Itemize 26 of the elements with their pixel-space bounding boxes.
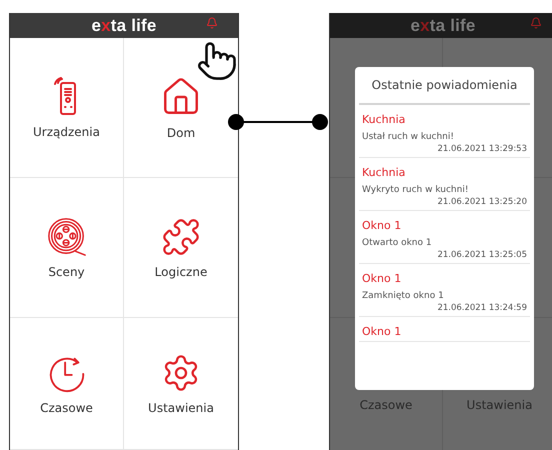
menu-tile-label: Ustawienia bbox=[466, 397, 534, 414]
notification-title: Okno 1 bbox=[362, 271, 402, 285]
notification-message: Ustał ruch w kuchni! bbox=[362, 132, 455, 142]
puzzle-icon bbox=[161, 216, 201, 256]
app-logo: exta life bbox=[91, 16, 157, 36]
menu-tile[interactable]: Sceny bbox=[10, 178, 124, 318]
notification-message: Otwarto okno 1 bbox=[362, 238, 433, 248]
notification-title: Okno 1 bbox=[362, 218, 402, 232]
menu-tile[interactable]: Urządzenia bbox=[10, 38, 124, 178]
popup-title: Ostatnie powiadomienia bbox=[359, 67, 530, 105]
menu-tile[interactable]: Czasowe bbox=[10, 318, 124, 450]
notification-message: Wykryto ruch w kuchni! bbox=[362, 185, 470, 195]
bell-icon[interactable] bbox=[206, 17, 218, 29]
menu-tile[interactable]: Logiczne bbox=[124, 178, 238, 318]
notification-time: 21.06.2021 13:25:05 bbox=[437, 250, 527, 260]
notification-title: Kuchnia bbox=[362, 112, 406, 126]
notification-time: 21.06.2021 13:24:59 bbox=[437, 303, 527, 313]
notification-message: Zamknięto okno 1 bbox=[362, 291, 445, 301]
notification-title: Kuchnia bbox=[362, 165, 406, 179]
notification-time: 21.06.2021 13:29:53 bbox=[437, 144, 527, 154]
app-logo: exta life bbox=[410, 16, 476, 36]
bell-icon[interactable] bbox=[530, 17, 542, 29]
film-reel-icon bbox=[46, 216, 86, 256]
notification-time: 21.06.2021 13:25:20 bbox=[437, 197, 527, 207]
menu-tile[interactable]: Ustawienia bbox=[124, 318, 238, 450]
notification-title: Okno 1 bbox=[362, 324, 402, 338]
